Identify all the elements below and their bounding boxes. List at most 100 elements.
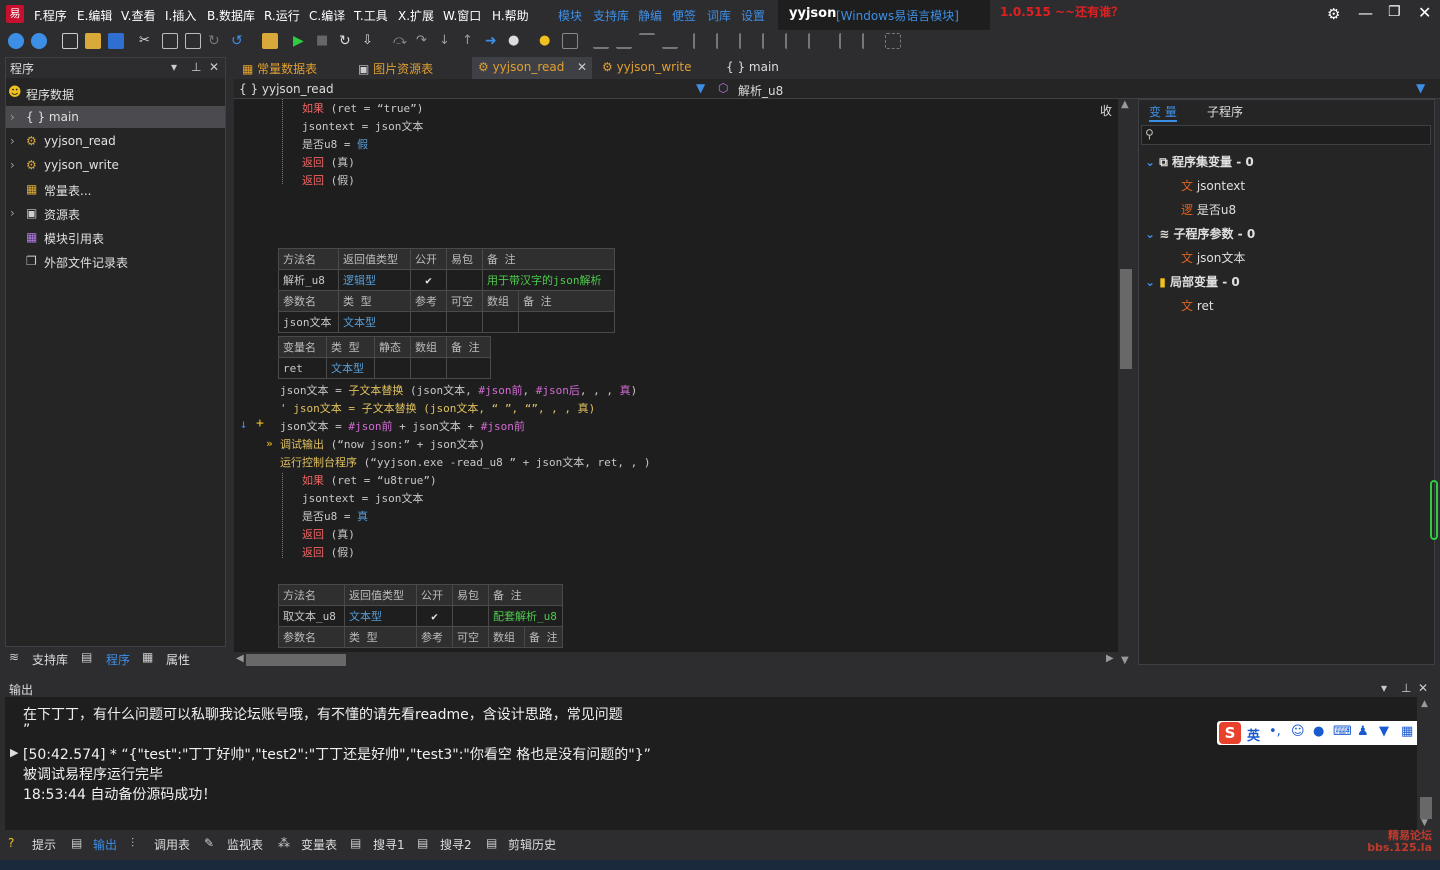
menu-insert[interactable]: I.插入 bbox=[165, 7, 196, 24]
dropdown-icon[interactable]: ▾ bbox=[171, 60, 177, 74]
quick-thesaurus[interactable]: 词库 bbox=[707, 7, 731, 24]
comment-icon[interactable] bbox=[562, 33, 578, 49]
menu-run[interactable]: R.运行 bbox=[264, 7, 300, 24]
stop-icon[interactable]: ■ bbox=[316, 33, 332, 49]
redo-icon[interactable]: ↻ bbox=[208, 33, 224, 49]
tree-item-resources[interactable]: › ▣ 资源表 bbox=[6, 202, 225, 224]
minimize-icon[interactable]: — bbox=[1358, 4, 1373, 22]
tab-program[interactable]: 程序 bbox=[106, 651, 130, 668]
code-line[interactable]: json文本 = #json前 + json文本 + #json前 bbox=[280, 418, 525, 434]
step-up-icon[interactable]: ↑ bbox=[462, 33, 478, 49]
variable-search-input[interactable]: ⚲ bbox=[1141, 125, 1431, 145]
new-file-icon[interactable] bbox=[62, 33, 78, 49]
tab-library[interactable]: 支持库 bbox=[32, 651, 68, 668]
hint-bulb-icon[interactable]: ● bbox=[539, 33, 555, 49]
save-icon[interactable] bbox=[108, 33, 124, 49]
menu-extend[interactable]: X.扩展 bbox=[398, 7, 434, 24]
same-size-icon[interactable] bbox=[885, 33, 901, 49]
chevron-down-icon[interactable]: ▼ bbox=[1416, 81, 1425, 95]
menu-database[interactable]: B.数据库 bbox=[207, 7, 255, 24]
scroll-up-icon[interactable]: ▲ bbox=[1421, 699, 1428, 709]
menu-tools[interactable]: T.工具 bbox=[354, 7, 388, 24]
tab-search1[interactable]: 搜寻1 bbox=[373, 836, 405, 853]
tree-item-program-data[interactable]: ☻ 程序数据 bbox=[6, 82, 225, 104]
side-scroll-indicator[interactable] bbox=[1430, 480, 1438, 540]
code-line[interactable]: 如果 (ret = “u8true”) bbox=[302, 472, 437, 488]
pin-icon[interactable]: ⊥ bbox=[1401, 681, 1411, 695]
editor-vertical-scrollbar[interactable]: ▲ ▼ bbox=[1118, 99, 1134, 669]
cut-icon[interactable]: ✂ bbox=[139, 33, 155, 49]
tab-call-stack[interactable]: 调用表 bbox=[154, 836, 190, 853]
tab-watch[interactable]: 监视表 bbox=[227, 836, 263, 853]
ime-mode[interactable]: 英 bbox=[1247, 725, 1260, 744]
code-line[interactable]: 运行控制台程序 (“yyjson.exe -read_u8 ” + json文本… bbox=[280, 454, 651, 470]
code-line[interactable]: json文本 = 子文本替换 (json文本, #json前, #json后, … bbox=[280, 382, 637, 398]
tree-item-constants[interactable]: ▦ 常量表... bbox=[6, 178, 225, 200]
forward-icon[interactable] bbox=[31, 33, 47, 49]
output-scrollbar[interactable]: ▲ ▼ bbox=[1417, 697, 1435, 830]
code-line[interactable]: jsontext = json文本 bbox=[302, 118, 423, 134]
align-left-icon[interactable] bbox=[593, 33, 609, 49]
code-line[interactable]: 返回 (假) bbox=[302, 172, 355, 188]
expand-arrow-icon[interactable]: ▶ bbox=[10, 746, 18, 759]
menu-window[interactable]: W.窗口 bbox=[443, 7, 481, 24]
close-panel-icon[interactable]: ✕ bbox=[209, 60, 219, 74]
tree-item-yyjson-write[interactable]: › ⚙ yyjson_write bbox=[6, 154, 225, 176]
group-assembly-vars[interactable]: ⌄ ⧉ 程序集变量 - 0 bbox=[1145, 153, 1254, 170]
menu-help[interactable]: H.帮助 bbox=[492, 7, 529, 24]
scroll-thumb[interactable] bbox=[1120, 269, 1132, 369]
tab-properties[interactable]: 属性 bbox=[166, 651, 190, 668]
quick-static-compile[interactable]: 静编 bbox=[638, 7, 662, 24]
tree-item-main[interactable]: › { } main bbox=[6, 106, 225, 128]
align-right-icon[interactable] bbox=[616, 33, 632, 49]
tab-clip-history[interactable]: 剪辑历史 bbox=[508, 836, 556, 853]
space-v-icon[interactable] bbox=[739, 33, 755, 49]
keyboard-icon[interactable]: ⌨ bbox=[1333, 724, 1352, 739]
quick-library[interactable]: 支持库 bbox=[593, 7, 629, 24]
close-panel-icon[interactable]: ✕ bbox=[1418, 681, 1428, 695]
build-icon[interactable]: ⇩ bbox=[362, 33, 378, 49]
scroll-right-icon[interactable]: ▶ bbox=[1106, 653, 1114, 664]
tab-search2[interactable]: 搜寻2 bbox=[440, 836, 472, 853]
code-line[interactable]: jsontext = json文本 bbox=[302, 490, 423, 506]
scroll-up-icon[interactable]: ▲ bbox=[1121, 99, 1129, 110]
editor-horizontal-scrollbar[interactable]: ◀ ▶ bbox=[234, 652, 1118, 668]
copy-icon[interactable] bbox=[162, 33, 178, 49]
class-selector[interactable]: { } yyjson_read bbox=[239, 82, 334, 96]
center-h-icon[interactable] bbox=[716, 33, 732, 49]
code-line[interactable]: 是否u8 = 真 bbox=[302, 508, 368, 524]
chevron-down-icon[interactable]: ▼ bbox=[696, 81, 705, 95]
close-tab-icon[interactable]: ✕ bbox=[577, 60, 587, 74]
code-line[interactable]: 调试输出 (“now json:” + json文本) bbox=[280, 436, 485, 452]
var-item-jsontext[interactable]: 文 jsontext bbox=[1181, 177, 1245, 194]
step-into-icon[interactable]: ↷ bbox=[416, 33, 432, 49]
menu-edit[interactable]: E.编辑 bbox=[77, 7, 112, 24]
punctuation-icon[interactable]: •, bbox=[1269, 724, 1281, 739]
code-editor[interactable]: 收 如果 (ret = “true”) jsontext = json文本 是否… bbox=[234, 99, 1118, 652]
code-line[interactable]: 返回 (真) bbox=[302, 154, 355, 170]
tab-yyjson-read[interactable]: ⚙ yyjson_read ✕ bbox=[472, 57, 592, 79]
tab-output[interactable]: 输出 bbox=[93, 836, 117, 853]
align-bottom-icon[interactable] bbox=[662, 33, 678, 49]
same-width-icon[interactable] bbox=[839, 33, 855, 49]
quick-settings[interactable]: 设置 bbox=[741, 7, 765, 24]
menu-program[interactable]: F.程序 bbox=[34, 7, 67, 24]
tab-yyjson-write[interactable]: ⚙ yyjson_write bbox=[596, 57, 697, 79]
breakpoint-icon[interactable]: ● bbox=[508, 33, 524, 49]
code-line-comment[interactable]: ' json文本 = 子文本替换 (json文本, “ ”, “”, , , 真… bbox=[280, 400, 595, 416]
step-out-icon[interactable]: ↓ bbox=[439, 33, 455, 49]
code-line[interactable]: 如果 (ret = “true”) bbox=[302, 100, 423, 116]
user-icon[interactable]: ♟ bbox=[1357, 724, 1369, 739]
restore-icon[interactable]: ❐ bbox=[1388, 4, 1401, 20]
ime-toolbar[interactable]: S 英 •, ☺ ● ⌨ ♟ ▼ ▦ bbox=[1217, 721, 1429, 745]
quick-module[interactable]: 模块 bbox=[558, 7, 582, 24]
method-selector[interactable]: 解析_u8 bbox=[738, 82, 783, 99]
close-icon[interactable]: ✕ bbox=[1418, 3, 1431, 22]
tab-constants[interactable]: ▦ 常量数据表 bbox=[236, 57, 323, 79]
step-over-icon[interactable]: ⤼ bbox=[393, 33, 409, 49]
quick-notes[interactable]: 便签 bbox=[672, 7, 696, 24]
code-line[interactable]: 是否u8 = 假 bbox=[302, 136, 368, 152]
find-icon[interactable] bbox=[262, 33, 278, 49]
distribute-h-icon[interactable] bbox=[785, 33, 801, 49]
var-item-is-u8[interactable]: 逻 是否u8 bbox=[1181, 201, 1236, 218]
